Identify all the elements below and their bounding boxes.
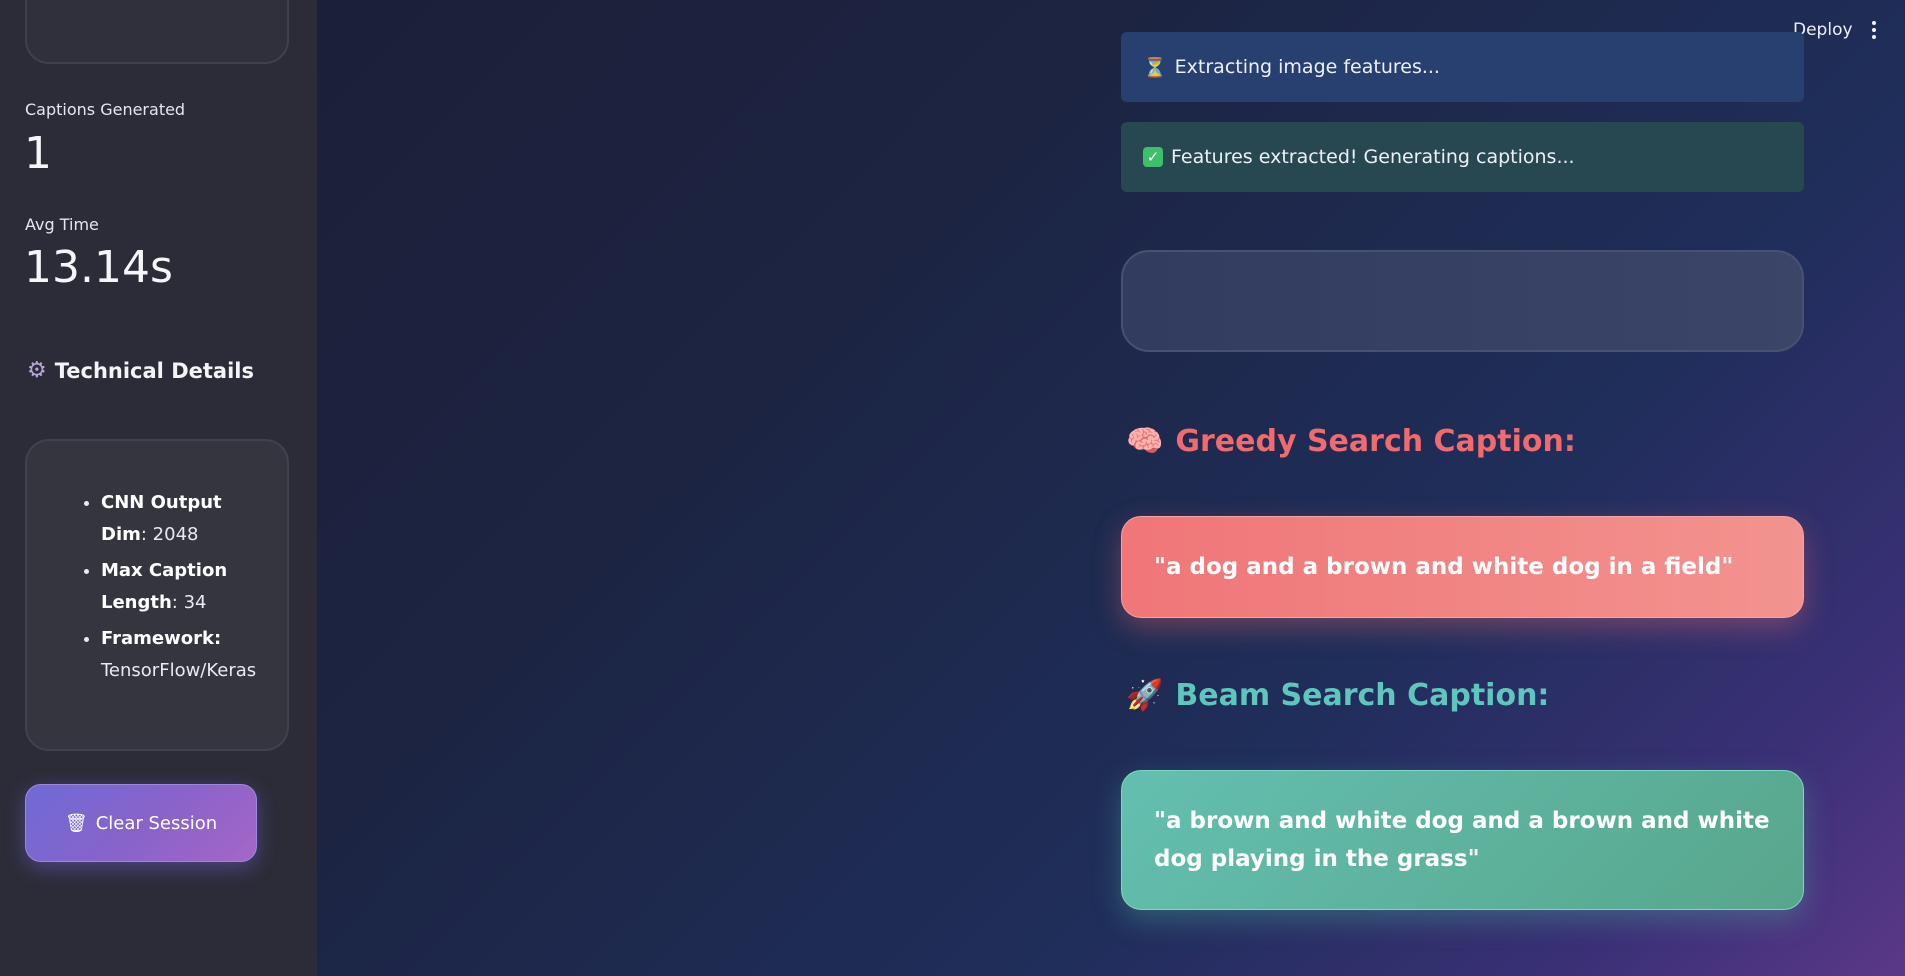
clear-session-button[interactable]: 🗑 Clear Session	[25, 784, 257, 862]
greedy-caption-box: "a dog and a brown and white dog in a fi…	[1121, 516, 1804, 618]
greedy-caption-text: "a dog and a brown and white dog in a fi…	[1154, 554, 1734, 580]
technical-details-title: Technical Details	[54, 358, 254, 383]
status-success-text: Features extracted! Generating captions.…	[1171, 146, 1575, 168]
metric-label-avg-time: Avg Time	[25, 215, 99, 234]
list-item: Framework: TensorFlow/Keras	[101, 623, 263, 687]
beam-heading: 🚀 Beam Search Caption:	[1126, 678, 1549, 713]
status-info-alert: ⏳ Extracting image features...	[1121, 32, 1804, 102]
technical-details-heading: ⚙ Technical Details	[27, 358, 254, 383]
rocket-icon: 🚀	[1126, 678, 1164, 713]
hourglass-icon: ⏳	[1143, 56, 1167, 79]
brain-icon: 🧠	[1126, 424, 1164, 459]
kebab-menu-icon[interactable]	[1868, 18, 1880, 42]
list-item: Max Caption Length: 34	[101, 555, 263, 619]
status-info-text: Extracting image features...	[1174, 56, 1440, 78]
greedy-heading: 🧠 Greedy Search Caption:	[1126, 424, 1576, 459]
beam-heading-text: Beam Search Caption:	[1175, 678, 1550, 713]
beam-caption-box: "a brown and white dog and a brown and w…	[1121, 770, 1804, 910]
status-success-alert: ✓ Features extracted! Generating caption…	[1121, 122, 1804, 192]
metric-value-avg-time: 13.14s	[24, 242, 173, 293]
technical-details-card: CNN Output Dim: 2048 Max Caption Length:…	[25, 439, 289, 751]
sidebar: Captions Generated 1 Avg Time 13.14s ⚙ T…	[0, 0, 317, 976]
list-item: CNN Output Dim: 2048	[101, 487, 263, 551]
metric-label-captions: Captions Generated	[25, 100, 186, 119]
technical-details-list: CNN Output Dim: 2048 Max Caption Length:…	[75, 487, 263, 687]
sidebar-top-card	[25, 0, 289, 64]
wastebasket-icon: 🗑	[64, 812, 88, 834]
check-icon: ✓	[1143, 147, 1163, 167]
progress-card	[1121, 250, 1804, 352]
metric-value-captions: 1	[24, 128, 52, 179]
beam-caption-text: "a brown and white dog and a brown and w…	[1154, 808, 1770, 872]
gear-icon: ⚙	[27, 358, 47, 383]
greedy-heading-text: Greedy Search Caption:	[1175, 424, 1576, 459]
clear-session-label: Clear Session	[95, 812, 218, 834]
